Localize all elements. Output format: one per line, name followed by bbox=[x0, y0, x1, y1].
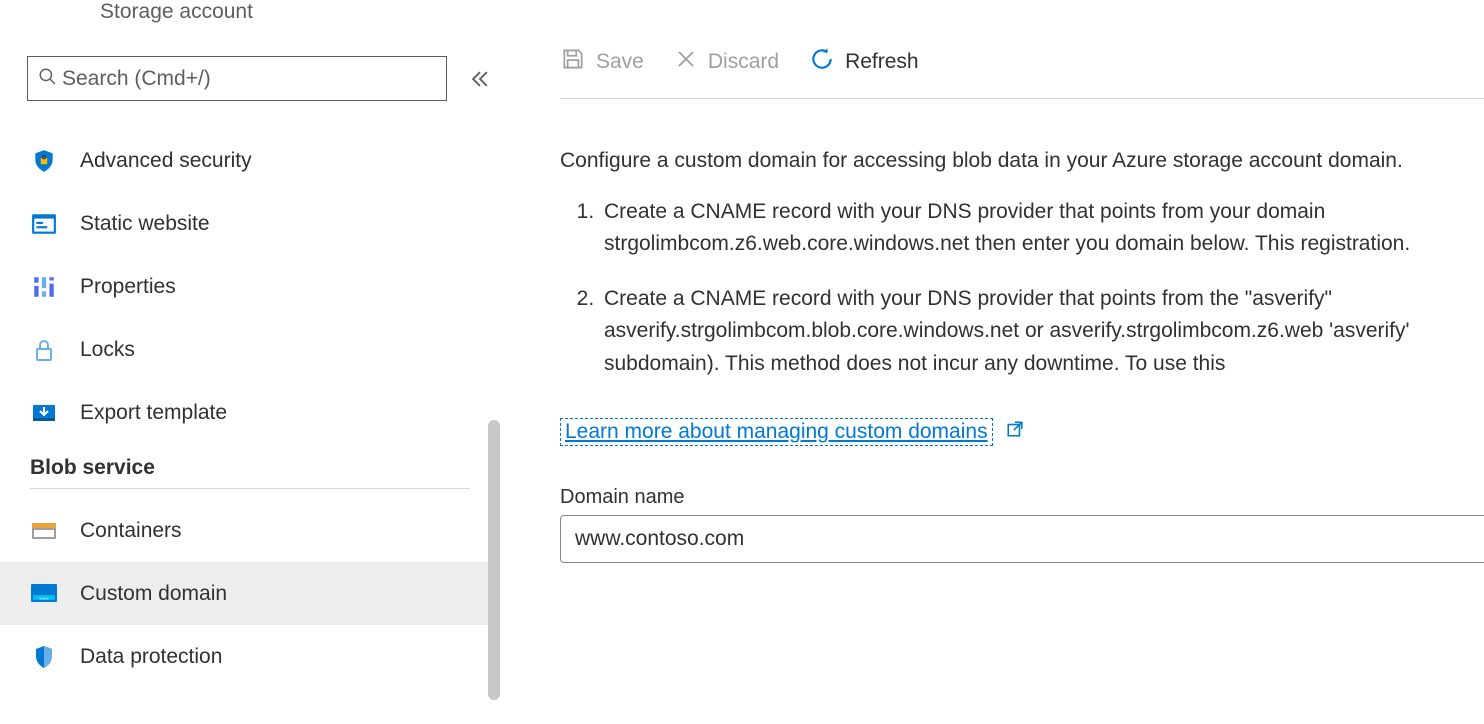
toolbar: Save Discard Refresh bbox=[560, 0, 1484, 99]
export-template-icon bbox=[30, 399, 58, 427]
shield-lock-icon bbox=[30, 147, 58, 175]
sidebar-item-advanced-security[interactable]: Advanced security bbox=[0, 129, 500, 192]
collapse-sidebar-button[interactable] bbox=[467, 66, 493, 92]
refresh-icon bbox=[809, 46, 835, 78]
external-link-icon bbox=[1006, 420, 1024, 444]
sidebar-item-label: Custom domain bbox=[80, 582, 227, 606]
sidebar-section-blob-service: Blob service bbox=[30, 456, 500, 480]
sidebar-item-export-template[interactable]: Export template bbox=[0, 381, 500, 444]
instruction-step-2: Create a CNAME record with your DNS prov… bbox=[600, 283, 1484, 381]
refresh-button[interactable]: Refresh bbox=[809, 46, 919, 78]
sidebar-item-label: Data protection bbox=[80, 645, 222, 669]
sidebar-item-containers[interactable]: Containers bbox=[0, 499, 500, 562]
static-website-icon bbox=[30, 210, 58, 238]
resource-type-label: Storage account bbox=[100, 0, 500, 24]
sidebar-item-label: Locks bbox=[80, 338, 135, 362]
sidebar-item-properties[interactable]: Properties bbox=[0, 255, 500, 318]
sidebar-item-label: Containers bbox=[80, 519, 182, 543]
sidebar-item-label: Properties bbox=[80, 275, 176, 299]
search-input[interactable]: Search (Cmd+/) bbox=[27, 56, 447, 101]
divider bbox=[30, 488, 470, 489]
sidebar-item-locks[interactable]: Locks bbox=[0, 318, 500, 381]
learn-more-link[interactable]: Learn more about managing custom domains bbox=[560, 418, 993, 446]
domain-name-input[interactable] bbox=[560, 515, 1484, 563]
containers-icon bbox=[30, 517, 58, 545]
sidebar-item-custom-domain[interactable]: www Custom domain bbox=[0, 562, 500, 625]
sidebar-scrollbar[interactable] bbox=[488, 420, 500, 700]
instructions-list: Create a CNAME record with your DNS prov… bbox=[600, 196, 1484, 381]
instruction-step-1: Create a CNAME record with your DNS prov… bbox=[600, 196, 1484, 261]
custom-domain-icon: www bbox=[30, 580, 58, 608]
discard-button[interactable]: Discard bbox=[674, 47, 779, 77]
data-protection-icon bbox=[30, 643, 58, 671]
sidebar-item-label: Export template bbox=[80, 401, 227, 425]
properties-icon bbox=[30, 273, 58, 301]
sidebar-item-static-website[interactable]: Static website bbox=[0, 192, 500, 255]
refresh-label: Refresh bbox=[845, 50, 919, 74]
sidebar-item-data-protection[interactable]: Data protection bbox=[0, 625, 500, 688]
save-button[interactable]: Save bbox=[560, 46, 644, 78]
sidebar-item-label: Static website bbox=[80, 212, 210, 236]
lock-icon bbox=[30, 336, 58, 364]
search-placeholder: Search (Cmd+/) bbox=[62, 67, 211, 91]
sidebar-item-label: Advanced security bbox=[80, 149, 252, 173]
discard-icon bbox=[674, 47, 698, 77]
domain-name-label: Domain name bbox=[560, 486, 1484, 509]
save-label: Save bbox=[596, 50, 644, 74]
svg-text:www: www bbox=[39, 595, 49, 600]
search-icon bbox=[38, 67, 56, 91]
discard-label: Discard bbox=[708, 50, 779, 74]
save-icon bbox=[560, 46, 586, 78]
intro-text: Configure a custom domain for accessing … bbox=[560, 145, 1484, 178]
